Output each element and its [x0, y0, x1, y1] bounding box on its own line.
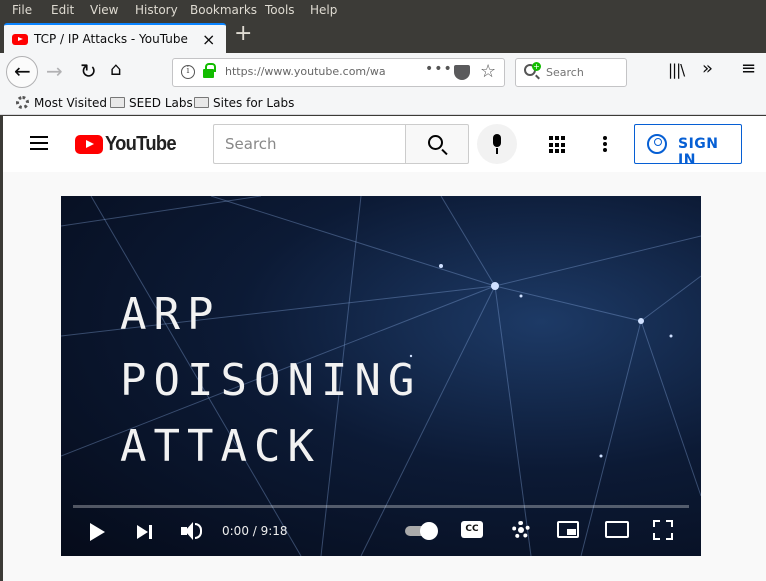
bookmark-label: SEED Labs [129, 96, 193, 110]
more-options-icon[interactable] [603, 136, 607, 154]
overflow-chevron-icon[interactable]: » [702, 58, 713, 79]
page-content: YouTube Search SIGN IN ARP POISONING ATT… [3, 116, 766, 581]
video-title-line: ARP [120, 289, 221, 340]
volume-wave-icon [195, 523, 202, 539]
hamburger-menu-icon[interactable]: ≡ [741, 58, 756, 79]
folder-icon [194, 97, 209, 108]
search-icon [428, 135, 443, 150]
menu-view[interactable]: View [90, 3, 118, 17]
library-icon[interactable]: |||\ [668, 61, 685, 79]
lock-icon[interactable] [203, 63, 216, 78]
bookmark-label: Most Visited [34, 96, 108, 110]
menu-tools[interactable]: Tools [265, 3, 295, 17]
player-controls: 0:00 / 9:18 CC [61, 514, 701, 556]
autoplay-toggle[interactable] [405, 522, 438, 540]
video-player[interactable]: ARP POISONING ATTACK 0:00 / 9:18 CC [61, 196, 701, 556]
browser-search-bar[interactable]: + Search [515, 58, 627, 87]
tab-youtube[interactable]: TCP / IP Attacks - YouTube × [4, 23, 226, 53]
folder-icon [110, 97, 125, 108]
settings-gear-icon[interactable] [512, 521, 530, 539]
menu-history[interactable]: History [135, 3, 178, 17]
video-title-overlay: ARP POISONING ATTACK [120, 282, 421, 480]
bookmark-most-visited[interactable]: Most Visited [16, 96, 107, 110]
time-display: 0:00 / 9:18 [222, 524, 288, 538]
page-actions-button[interactable]: ••• [425, 61, 453, 77]
reload-button[interactable]: ↻ [80, 59, 97, 83]
menu-edit[interactable]: Edit [51, 3, 74, 17]
navigation-toolbar: ← → ↻ ⌂ i https://www.youtube.com/watch … [0, 53, 766, 91]
play-icon[interactable] [90, 523, 105, 541]
sign-in-label: SIGN IN [678, 136, 719, 168]
search-placeholder: Search [546, 66, 584, 79]
tab-close-icon[interactable]: × [202, 30, 215, 49]
miniplayer-icon[interactable] [557, 521, 579, 538]
youtube-header: YouTube Search SIGN IN [3, 116, 766, 172]
forward-button[interactable]: → [46, 59, 63, 83]
url-text[interactable]: https://www.youtube.com/watch [225, 65, 385, 78]
add-search-engine-icon: + [532, 62, 541, 71]
menu-bookmarks[interactable]: Bookmarks [190, 3, 257, 17]
video-title-line: POISONING [120, 355, 422, 406]
subtitles-button[interactable]: CC [461, 521, 483, 538]
gear-icon [16, 96, 29, 109]
home-button[interactable]: ⌂ [110, 59, 121, 80]
bookmark-seed-labs[interactable]: SEED Labs [110, 96, 193, 110]
pocket-icon[interactable] [454, 65, 470, 80]
guide-menu-icon[interactable] [30, 136, 48, 150]
menu-help[interactable]: Help [310, 3, 337, 17]
voice-search-icon[interactable] [477, 124, 517, 164]
apps-grid-icon[interactable] [549, 136, 567, 154]
video-title-line: ATTACK [120, 421, 321, 472]
bookmarks-toolbar: Most Visited SEED Labs Sites for Labs [0, 91, 766, 115]
youtube-favicon-icon [12, 34, 28, 45]
menu-bar: File Edit View History Bookmarks Tools H… [0, 0, 766, 20]
youtube-search-input[interactable]: Search [213, 124, 406, 164]
youtube-search-button[interactable] [405, 124, 469, 164]
theater-mode-icon[interactable] [605, 521, 629, 538]
bookmark-sites-for-labs[interactable]: Sites for Labs [194, 96, 294, 110]
tab-title: TCP / IP Attacks - YouTube [34, 32, 188, 46]
back-arrow-icon: ← [14, 59, 31, 83]
account-icon [647, 134, 667, 154]
bookmark-label: Sites for Labs [213, 96, 295, 110]
fullscreen-icon[interactable] [653, 520, 673, 540]
url-bar[interactable]: i https://www.youtube.com/watch ••• ☆ [172, 58, 505, 87]
youtube-logo-text: YouTube [105, 133, 177, 155]
youtube-search-placeholder: Search [225, 135, 277, 153]
youtube-play-icon [75, 135, 103, 154]
progress-bar[interactable] [73, 505, 689, 508]
volume-icon[interactable] [181, 522, 193, 540]
new-tab-button[interactable]: + [234, 23, 252, 45]
tab-strip: TCP / IP Attacks - YouTube × [0, 20, 766, 53]
next-icon[interactable] [137, 525, 152, 539]
sign-in-button[interactable]: SIGN IN [634, 124, 742, 168]
site-info-icon[interactable]: i [181, 65, 195, 79]
back-button[interactable]: ← [6, 56, 38, 88]
bookmark-star-icon[interactable]: ☆ [480, 61, 496, 82]
menu-file[interactable]: File [12, 3, 32, 17]
